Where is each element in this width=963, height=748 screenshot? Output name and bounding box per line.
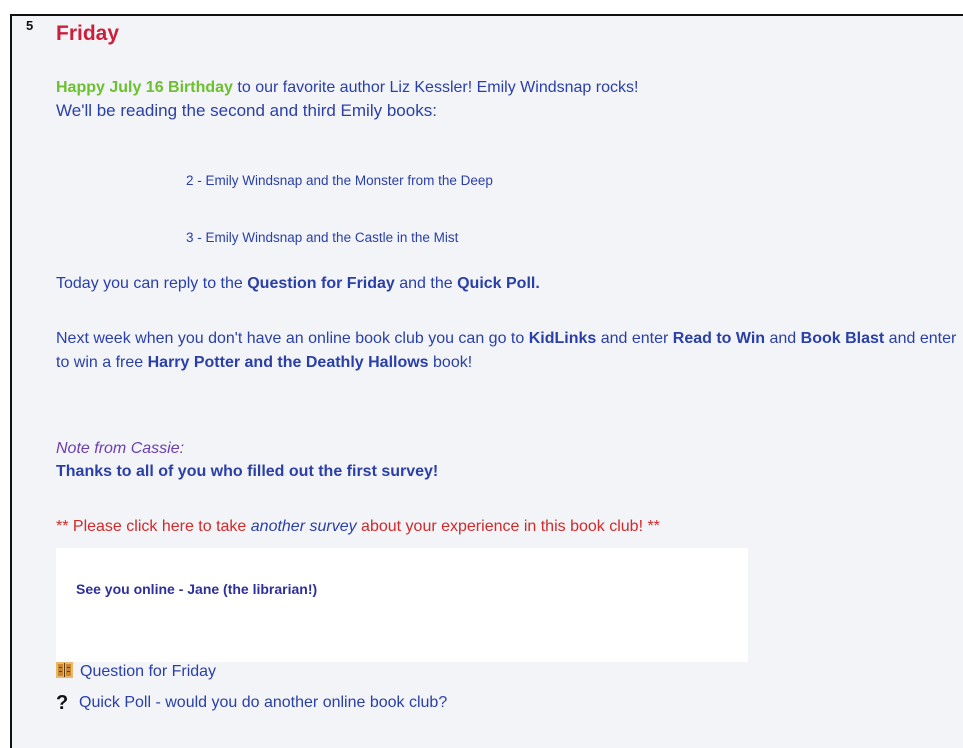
question-for-friday-row[interactable]: Question for Friday [56,662,216,681]
book-item-3: 3 - Emily Windsnap and the Castle in the… [186,230,459,245]
survey-pre: ** Please click here to take [56,518,251,535]
next-week-text-2: and enter [596,330,673,347]
intro-line-1: Happy July 16 Birthday to our favorite a… [56,79,638,97]
birthday-text: Happy July 16 Birthday [56,79,233,96]
question-for-friday-link[interactable]: Question for Friday [247,275,395,292]
page-title: Friday [56,22,120,45]
intro-text-a: to our favorite author Liz Kessler! Emil… [232,79,639,96]
intro-line-2: We'll be reading the second and third Em… [56,101,437,120]
book-blast-link[interactable]: Book Blast [801,330,885,347]
question-mark-icon: ? [56,692,69,714]
note-label: Note from Cassie: [56,440,185,457]
next-week-text-3: and [765,330,801,347]
next-week-text-1: Next week when you don't have an online … [56,330,529,347]
quick-poll-link[interactable]: Quick Poll. [457,275,540,292]
today-pre: Today you can reply to the [56,275,248,292]
question-for-friday-bottom-link[interactable]: Question for Friday [80,663,216,680]
signoff-box [56,548,748,662]
signoff-text: See you online - Jane (the librarian!) [76,581,318,597]
read-to-win-link[interactable]: Read to Win [673,330,765,347]
book-item-2: 2 - Emily Windsnap and the Monster from … [186,173,493,188]
survey-post: about your experience in this book club!… [356,518,660,535]
page-number: 5 [26,18,34,33]
kidlinks-link[interactable]: KidLinks [529,330,597,347]
harry-potter-title: Harry Potter and the Deathly Hallows [147,354,429,371]
quick-poll-row[interactable]: ? Quick Poll - would you do another onlin… [56,692,447,715]
open-book-icon [56,662,73,678]
another-survey-link[interactable]: another survey [251,518,357,535]
thanks-message: Thanks to all of you who filled out the … [56,463,439,480]
today-mid: and the [394,275,458,292]
next-week-text-5: book! [428,354,473,371]
today-line: Today you can reply to the Question for … [56,275,540,293]
quick-poll-bottom-link[interactable]: Quick Poll - would you do another online… [79,694,447,711]
next-week-paragraph: Next week when you don't have an online … [56,327,961,375]
survey-line: ** Please click here to take another sur… [56,518,660,536]
